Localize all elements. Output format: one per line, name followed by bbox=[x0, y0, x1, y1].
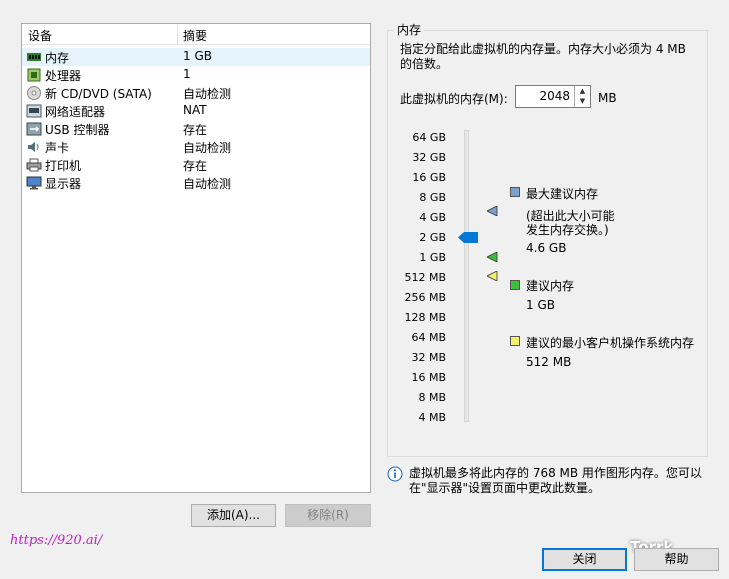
device-summary: 自动检测 bbox=[183, 141, 232, 155]
scale-tick: 8 GB bbox=[419, 191, 446, 204]
rec-legend-swatch bbox=[510, 280, 520, 290]
memory-label: 此虚拟机的内存(M): bbox=[400, 92, 508, 106]
device-name: 打印机 bbox=[45, 159, 82, 173]
max-legend-note: 发生内存交换。) bbox=[526, 223, 609, 237]
device-name: 显示器 bbox=[45, 177, 82, 191]
device-name: 新 CD/DVD (SATA) bbox=[45, 87, 152, 101]
memory-icon bbox=[27, 53, 41, 61]
device-row-memory[interactable]: 内存 1 GB bbox=[22, 48, 370, 66]
column-header-summary[interactable]: 摘要 bbox=[183, 27, 207, 44]
max-legend-value: 4.6 GB bbox=[526, 241, 567, 255]
device-summary: 自动检测 bbox=[183, 177, 232, 191]
device-name: 声卡 bbox=[45, 141, 70, 155]
device-row-cpu[interactable]: 处理器 1 bbox=[22, 66, 370, 84]
scale-tick: 16 GB bbox=[412, 171, 446, 184]
scale-tick: 64 MB bbox=[411, 331, 446, 344]
memory-spinbox[interactable]: 2048 ▲ ▼ bbox=[515, 85, 591, 108]
scale-tick: 256 MB bbox=[404, 291, 446, 304]
scale-tick: 128 MB bbox=[404, 311, 446, 324]
min-legend-value: 512 MB bbox=[526, 355, 572, 369]
device-list-header: 设备 摘要 bbox=[22, 24, 370, 45]
max-legend-swatch bbox=[510, 187, 520, 197]
device-summary: 1 GB bbox=[183, 49, 212, 63]
scale-tick: 32 GB bbox=[412, 151, 446, 164]
device-name: 内存 bbox=[45, 51, 70, 65]
display-icon bbox=[26, 176, 42, 190]
printer-icon bbox=[26, 158, 42, 172]
device-summary: 1 bbox=[183, 67, 191, 81]
recommended-marker bbox=[487, 252, 498, 262]
scale-tick: 32 MB bbox=[411, 351, 446, 364]
memory-slider-thumb[interactable] bbox=[458, 232, 478, 243]
rec-legend-title: 建议内存 bbox=[526, 279, 575, 293]
add-button[interactable]: 添加(A)... bbox=[191, 504, 276, 527]
info-text: 虚拟机最多将此内存的 768 MB 用作图形内存。您可以在"显示器"设置页面中更… bbox=[409, 466, 702, 495]
device-name: USB 控制器 bbox=[45, 123, 110, 137]
info-icon bbox=[387, 466, 403, 482]
device-summary: 存在 bbox=[183, 123, 208, 137]
usb-icon bbox=[26, 122, 42, 136]
device-summary: 自动检测 bbox=[183, 87, 232, 101]
min-guest-os-marker bbox=[487, 271, 498, 281]
memory-spinner[interactable]: ▲ ▼ bbox=[574, 86, 590, 107]
network-icon bbox=[26, 104, 42, 118]
min-legend-title: 建议的最小客户机操作系统内存 bbox=[526, 336, 695, 350]
device-row-sound[interactable]: 声卡 自动检测 bbox=[22, 138, 370, 156]
scale-tick: 2 GB bbox=[419, 231, 446, 244]
spin-down-icon[interactable]: ▼ bbox=[575, 96, 590, 106]
device-summary: 存在 bbox=[183, 159, 208, 173]
scale-tick: 64 GB bbox=[412, 131, 446, 144]
memory-group-title: 内存 bbox=[394, 21, 425, 38]
scale-tick: 512 MB bbox=[404, 271, 446, 284]
watermark-url: https://920.ai/ bbox=[10, 533, 103, 548]
device-name: 网络适配器 bbox=[45, 105, 106, 119]
memory-slider-track[interactable] bbox=[464, 130, 469, 422]
memory-unit: MB bbox=[598, 91, 617, 105]
device-row-network[interactable]: 网络适配器 NAT bbox=[22, 102, 370, 120]
scale-tick: 1 GB bbox=[419, 251, 446, 264]
spin-up-icon[interactable]: ▲ bbox=[575, 86, 590, 96]
memory-description: 指定分配给此虚拟机的内存量。内存大小必须为 4 MB 的倍数。 bbox=[400, 42, 686, 71]
rec-legend-value: 1 GB bbox=[526, 298, 555, 312]
device-row-cd-dvd[interactable]: 新 CD/DVD (SATA) 自动检测 bbox=[22, 84, 370, 102]
min-legend-swatch bbox=[510, 336, 520, 346]
scale-tick: 4 GB bbox=[419, 211, 446, 224]
column-header-device[interactable]: 设备 bbox=[28, 27, 52, 44]
scale-tick: 4 MB bbox=[418, 411, 446, 424]
device-row-usb[interactable]: USB 控制器 存在 bbox=[22, 120, 370, 138]
device-summary: NAT bbox=[183, 103, 207, 117]
max-legend-title: 最大建议内存 bbox=[526, 187, 599, 201]
device-row-printer[interactable]: 打印机 存在 bbox=[22, 156, 370, 174]
sound-icon bbox=[28, 142, 39, 152]
device-list[interactable]: 设备 摘要 内存 1 GB 处理器 1 新 CD/DVD (SATA) 自动检测… bbox=[21, 23, 371, 493]
column-separator[interactable] bbox=[177, 24, 178, 44]
device-name: 处理器 bbox=[45, 69, 82, 83]
cpu-icon bbox=[27, 68, 41, 82]
scale-tick: 16 MB bbox=[411, 371, 446, 384]
remove-button[interactable]: 移除(R) bbox=[285, 504, 371, 527]
close-button[interactable]: 关闭 bbox=[542, 548, 627, 571]
cd-icon bbox=[27, 86, 41, 100]
help-button[interactable]: 帮助 bbox=[634, 548, 719, 571]
scale-tick: 8 MB bbox=[418, 391, 446, 404]
memory-value[interactable]: 2048 bbox=[539, 89, 570, 103]
device-row-display[interactable]: 显示器 自动检测 bbox=[22, 174, 370, 192]
max-recommended-marker bbox=[487, 206, 498, 216]
